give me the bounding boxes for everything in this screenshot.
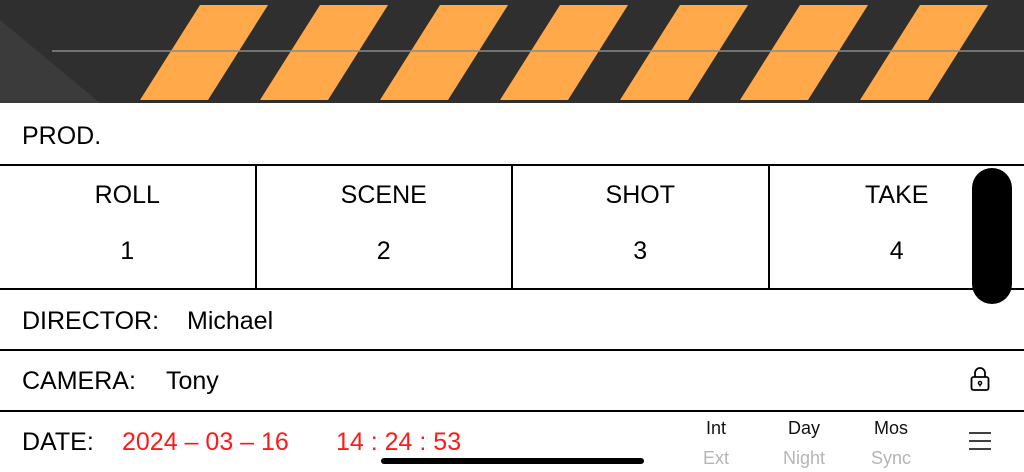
roll-cell[interactable]: ROLL 1: [0, 165, 257, 288]
scene-label: SCENE: [340, 181, 427, 209]
stripe: [860, 5, 988, 100]
shot-cell[interactable]: SHOT 3: [513, 165, 770, 288]
sync-option[interactable]: Sync: [861, 448, 921, 469]
int-ext-toggle[interactable]: Int Ext: [686, 418, 746, 469]
home-indicator[interactable]: [381, 458, 644, 464]
stripe: [740, 5, 868, 100]
day-night-toggle[interactable]: Day Night: [774, 418, 834, 469]
prod-label: PROD.: [22, 122, 102, 150]
mos-sync-toggle[interactable]: Mos Sync: [861, 418, 921, 469]
mos-option[interactable]: Mos: [861, 418, 921, 439]
night-option[interactable]: Night: [774, 448, 834, 469]
scrollbar-thumb[interactable]: [972, 168, 1012, 304]
roll-value[interactable]: 1: [0, 237, 255, 266]
scene-cell[interactable]: SCENE 2: [257, 165, 513, 288]
int-option[interactable]: Int: [686, 418, 746, 439]
stripe: [500, 5, 628, 100]
prod-row[interactable]: PROD.: [0, 103, 1024, 166]
lock-icon[interactable]: [969, 366, 991, 397]
stripe: [620, 5, 748, 100]
director-value[interactable]: Michael: [187, 307, 273, 336]
clapper-stripes: [0, 5, 1024, 103]
date-label: DATE:: [22, 428, 94, 456]
scene-value[interactable]: 2: [257, 237, 512, 266]
camera-label: CAMERA:: [22, 367, 136, 395]
camera-row[interactable]: CAMERA: Tony: [0, 350, 1024, 412]
stripe: [140, 5, 268, 100]
camera-value[interactable]: Tony: [166, 367, 219, 396]
time-value[interactable]: 14 : 24 : 53: [336, 428, 461, 457]
clapper-bar[interactable]: [0, 0, 1024, 103]
director-row[interactable]: DIRECTOR: Michael: [0, 289, 1024, 351]
shot-label: SHOT: [605, 181, 675, 209]
roll-label: ROLL: [94, 181, 160, 209]
shot-value[interactable]: 3: [513, 237, 768, 266]
date-value[interactable]: 2024 – 03 – 16: [122, 428, 289, 457]
slate-grid: ROLL 1 SCENE 2 SHOT 3 TAKE 4: [0, 165, 1024, 290]
stripe: [380, 5, 508, 100]
hamburger-menu-icon[interactable]: [969, 431, 991, 456]
stripe: [260, 5, 388, 100]
ext-option[interactable]: Ext: [686, 448, 746, 469]
day-option[interactable]: Day: [774, 418, 834, 439]
director-label: DIRECTOR:: [22, 307, 160, 335]
